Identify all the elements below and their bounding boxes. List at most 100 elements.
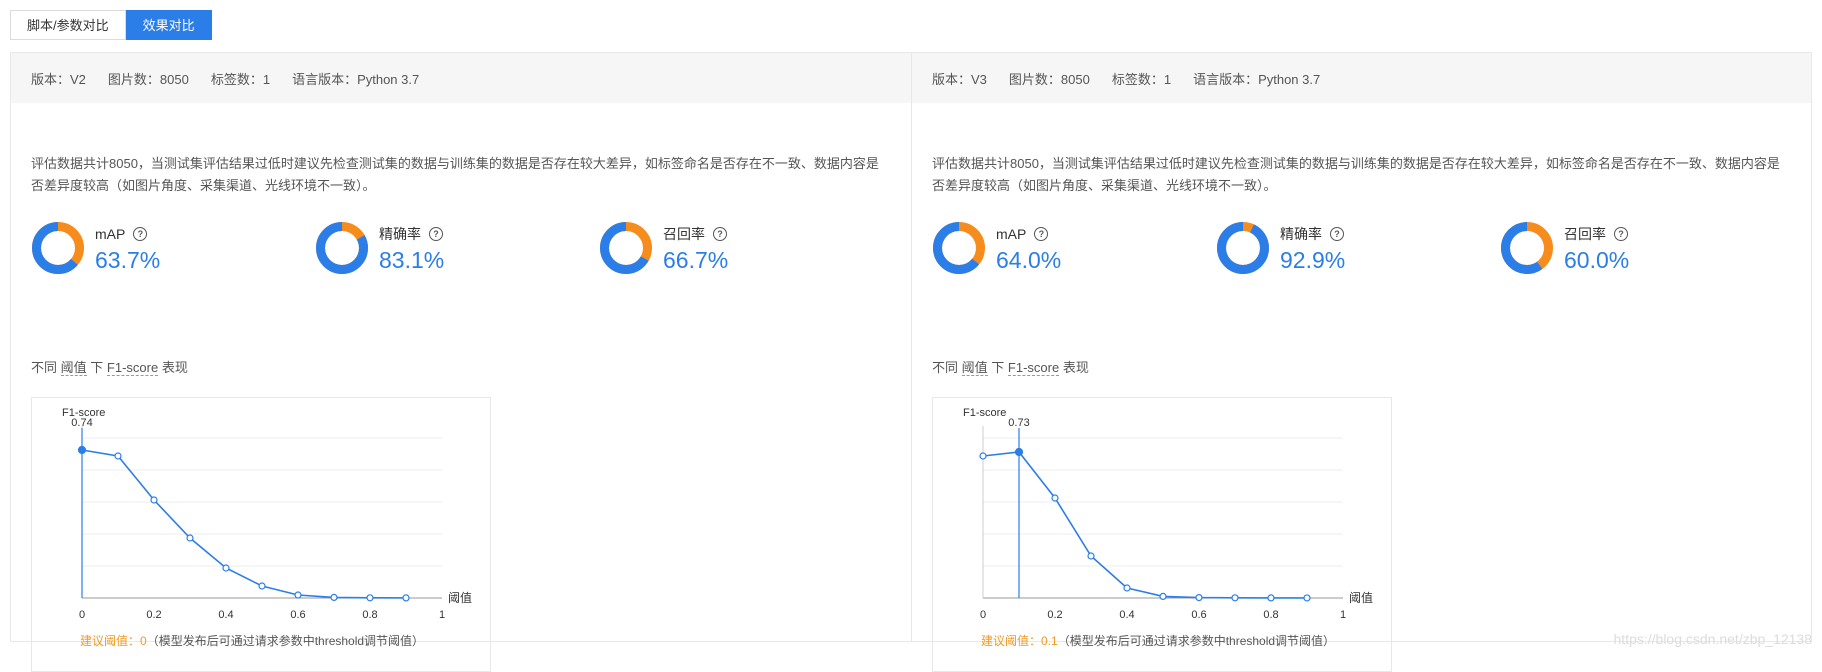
section-title-text: 下 (991, 360, 1005, 375)
metric-label: 召回率 (1564, 226, 1606, 242)
tab-script-params[interactable]: 脚本/参数对比 (10, 10, 126, 40)
evaluation-description: 评估数据共计8050，当测试集评估结果过低时建议先检查测试集的数据与训练集的数据… (31, 156, 879, 193)
x-tick-label: 0.8 (362, 609, 377, 621)
question-circle-icon[interactable]: ? (1614, 227, 1628, 241)
x-axis-label: 阈值 (448, 590, 472, 605)
donut-chart-precision (316, 222, 368, 274)
f1-data-point (114, 452, 122, 460)
f1-data-point (150, 496, 158, 504)
metric-value: 66.7% (663, 247, 729, 273)
image-count-text: 图片数：8050 (107, 71, 189, 87)
question-circle-icon[interactable]: ? (1034, 227, 1049, 241)
f1-series-line (982, 451, 1308, 599)
panel-v3: 版本：V3 图片数：8050 标签数：1 语言版本：Python 3.7 评估数… (911, 53, 1811, 672)
metric-value: 92.9% (1280, 247, 1346, 273)
language-version-text: 语言版本：Python 3.7 (292, 71, 420, 87)
metric-label: 精确率 (1280, 226, 1322, 242)
comparison-tabs: 脚本/参数对比 效果对比 (10, 10, 212, 40)
f1-data-point (1231, 594, 1239, 602)
f1-data-point (1087, 552, 1095, 560)
x-tick-label: 0.4 (218, 609, 233, 621)
panel-v2: 版本：V2 图片数：8050 标签数：1 语言版本：Python 3.7 评估数… (11, 53, 911, 672)
metric-precision: 精确率? 83.1% (315, 221, 444, 275)
f1-data-point (1014, 447, 1024, 457)
question-circle-icon[interactable]: ? (133, 227, 148, 241)
section-title-text: 不同 (31, 360, 58, 375)
donut-chart-recall (1501, 222, 1553, 274)
f1-score-term[interactable]: F1-score (106, 360, 159, 376)
suggested-threshold-value: 建议阈值：0 (80, 634, 147, 648)
metrics-row: mAP? 63.7% 精确率? 83.1% 召回率? 66.7% (31, 221, 891, 281)
metric-value: 64.0% (996, 247, 1062, 273)
f1-data-point (258, 582, 266, 590)
f1-section-title: 不同 阈值 下 F1-score 表现 (932, 357, 1089, 376)
panel-header: 版本：V3 图片数：8050 标签数：1 语言版本：Python 3.7 (912, 53, 1811, 103)
metric-value: 60.0% (1564, 247, 1630, 273)
threshold-term[interactable]: 阈值 (961, 360, 988, 376)
metric-label: 精确率 (379, 226, 421, 242)
metrics-row: mAP? 64.0% 精确率? 92.9% 召回率? 60.0% (932, 221, 1792, 281)
f1-data-point (979, 452, 987, 460)
threshold-hint: （模型发布后可通过请求参数中threshold调节阈值） (1057, 634, 1336, 648)
f1-data-point (1123, 584, 1131, 592)
question-circle-icon[interactable]: ? (429, 227, 443, 241)
label-count-text: 标签数：1 (210, 71, 271, 87)
x-tick-label: 0.6 (1191, 609, 1206, 621)
language-version-text: 语言版本：Python 3.7 (1193, 71, 1321, 87)
metric-precision: 精确率? 92.9% (1216, 221, 1345, 275)
f1-data-point (366, 594, 374, 602)
x-tick-label: 0.4 (1119, 609, 1134, 621)
f1-threshold-chart: F1-score 阈值 0 0.2 0.4 0.6 0.8 1 0.74 建议阈值：0（模型发布… (31, 397, 491, 672)
f1-line-chart-svg: F1-score 阈值 0 0.2 0.4 0.6 0.8 1 0.73 (963, 407, 1373, 621)
section-title-text: 不同 (932, 360, 959, 375)
suggested-threshold-note: 建议阈值：0（模型发布后可通过请求参数中threshold调节阈值） (80, 632, 424, 649)
f1-data-point (222, 564, 230, 572)
threshold-term[interactable]: 阈值 (60, 360, 87, 376)
x-tick-label: 0.8 (1263, 609, 1278, 621)
section-title-text: 表现 (161, 360, 188, 375)
panel-header: 版本：V2 图片数：8050 标签数：1 语言版本：Python 3.7 (11, 53, 911, 103)
f1-section-title: 不同 阈值 下 F1-score 表现 (31, 357, 188, 376)
f1-score-term[interactable]: F1-score (1007, 360, 1060, 376)
version-text: 版本：V3 (932, 71, 987, 87)
comparison-container: 版本：V2 图片数：8050 标签数：1 语言版本：Python 3.7 评估数… (10, 52, 1812, 672)
metric-recall: 召回率? 66.7% (599, 221, 728, 275)
question-circle-icon[interactable]: ? (713, 227, 727, 241)
f1-data-point (1195, 594, 1203, 602)
metric-value: 63.7% (95, 247, 161, 273)
suggested-threshold-note: 建议阈值：0.1（模型发布后可通过请求参数中threshold调节阈值） (981, 632, 1335, 649)
version-text: 版本：V2 (31, 71, 86, 87)
f1-data-point (1303, 594, 1311, 602)
x-axis-label: 阈值 (1349, 590, 1373, 605)
x-tick-label: 0.2 (1047, 609, 1062, 621)
donut-chart-recall (600, 222, 652, 274)
x-tick-label: 1 (439, 609, 445, 621)
threshold-hint: （模型发布后可通过请求参数中threshold调节阈值） (146, 634, 425, 648)
x-tick-label: 0 (980, 609, 986, 621)
highlight-value-label: 0.73 (1008, 417, 1029, 429)
x-tick-label: 0 (79, 609, 85, 621)
evaluation-description: 评估数据共计8050，当测试集评估结果过低时建议先检查测试集的数据与训练集的数据… (932, 156, 1780, 193)
f1-data-point (294, 591, 302, 599)
f1-threshold-chart: F1-score 阈值 0 0.2 0.4 0.6 0.8 1 0.73 建议阈值：0.1（模型… (932, 397, 1392, 672)
f1-line-chart-svg: F1-score阈值0 0.2 0.4 0.6 0.8 10.74 (62, 407, 472, 621)
metric-recall: 召回率? 60.0% (1500, 221, 1629, 275)
metric-map: mAP? 63.7% (31, 221, 160, 275)
section-title-text: 下 (90, 360, 104, 375)
f1-series-line (81, 449, 407, 599)
f1-data-point (1159, 592, 1167, 600)
f1-data-point (402, 594, 410, 602)
y-axis-label: F1-score (963, 407, 1006, 419)
metric-label: 召回率 (663, 226, 705, 242)
image-count-text: 图片数：8050 (1008, 71, 1090, 87)
donut-chart-precision (1217, 222, 1269, 274)
metric-value: 83.1% (379, 247, 445, 273)
tab-effect-comparison[interactable]: 效果对比 (125, 10, 212, 40)
section-title-text: 表现 (1062, 360, 1089, 375)
f1-data-point (1051, 494, 1059, 502)
metric-label: mAP (996, 226, 1027, 242)
metric-map: mAP? 64.0% (932, 221, 1061, 275)
f1-data-point (330, 593, 338, 601)
donut-chart-map (32, 222, 84, 274)
question-circle-icon[interactable]: ? (1330, 227, 1344, 241)
